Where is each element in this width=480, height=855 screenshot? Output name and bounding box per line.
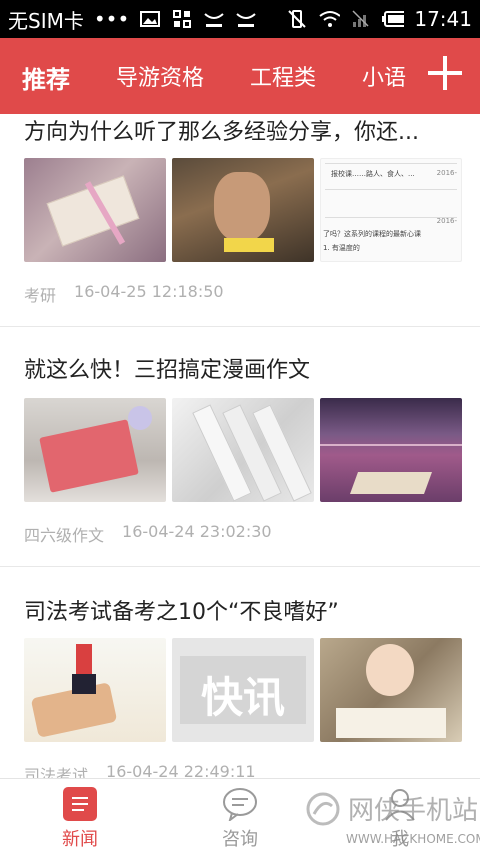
thumbnail-text: 2016- [436,169,457,177]
article-title[interactable]: 就这么快！三招搞定漫画作文 [24,352,310,384]
article-title[interactable]: 司法考试备考之10个“不良嗜好” [24,594,339,626]
article-card[interactable]: 司法考试备考之10个“不良嗜好” 快讯 司法考试 16-04-24 22:49:… [0,566,480,785]
watermark-text: 网侠手机站 [348,796,479,826]
article-thumbnail[interactable]: 快讯 [172,638,314,742]
usb-icon [203,10,225,28]
thumbnail-text: 2016- [436,217,457,225]
article-thumbnail[interactable] [24,638,166,742]
nav-consult[interactable]: 咨询 [180,787,300,851]
article-thumbnail[interactable]: 报校课……路人、食人、... 2016- 了吗？这系列的课程的最新心课 1. 有… [320,158,462,262]
article-thumbnail[interactable] [172,158,314,262]
status-bar: 无SIM卡 ••• 17:41 [0,0,480,38]
signal-icon [350,10,372,28]
watermark-url: WWW.HACKHOME.COM [346,832,480,846]
article-thumbnail[interactable] [172,398,314,502]
article-card[interactable]: 方向为什么听了那么多经验分享，你还... 报校课……路人、食人、... 2016… [0,114,480,327]
article-timestamp: 16-04-25 12:18:50 [74,282,224,301]
nav-consult-label: 咨询 [222,829,258,850]
chat-icon [222,787,258,823]
apps-icon [171,10,193,28]
carrier-text: 无SIM卡 [8,8,84,33]
thumbnail-text: 1. 有温度的 [323,244,360,252]
tab-engineering[interactable]: 工程类 [250,60,316,92]
thumbnail-text: 快讯 [200,673,285,722]
news-icon [63,787,97,821]
thumbnail-text: 报校课……路人、食人、... [331,170,415,178]
tab-minor-language[interactable]: 小语 [362,60,406,92]
battery-icon [382,10,405,28]
article-thumbnail[interactable] [24,398,166,502]
clock-text: 17:41 [414,7,472,31]
nav-news[interactable]: 新闻 [20,787,140,851]
article-thumbnail[interactable] [320,398,462,502]
notification-dots: ••• [93,7,130,31]
tab-recommend[interactable]: 推荐 [22,60,70,95]
tab-tour-guide[interactable]: 导游资格 [116,60,204,92]
watermark: 网侠手机站 [306,790,478,827]
article-category: 考研 [24,286,57,305]
wifi-icon [318,10,341,28]
usb-icon [235,10,257,28]
watermark-logo-icon [306,792,340,826]
article-card[interactable]: 就这么快！三招搞定漫画作文 四六级作文 16-04-24 23:02:30 [0,326,480,567]
image-icon [139,10,161,28]
article-timestamp: 16-04-24 23:02:30 [122,522,272,541]
article-category: 四六级作文 [24,526,105,545]
category-tab-bar: 推荐 导游资格 工程类 小语 [0,38,480,114]
mute-icon [286,10,308,28]
nav-news-label: 新闻 [62,829,98,850]
add-tab-icon[interactable] [428,56,462,90]
article-thumbnail[interactable] [24,158,166,262]
article-thumbnail[interactable] [320,638,462,742]
article-title[interactable]: 方向为什么听了那么多经验分享，你还... [24,114,419,146]
thumbnail-text: 了吗？这系列的课程的最新心课 [323,230,421,238]
